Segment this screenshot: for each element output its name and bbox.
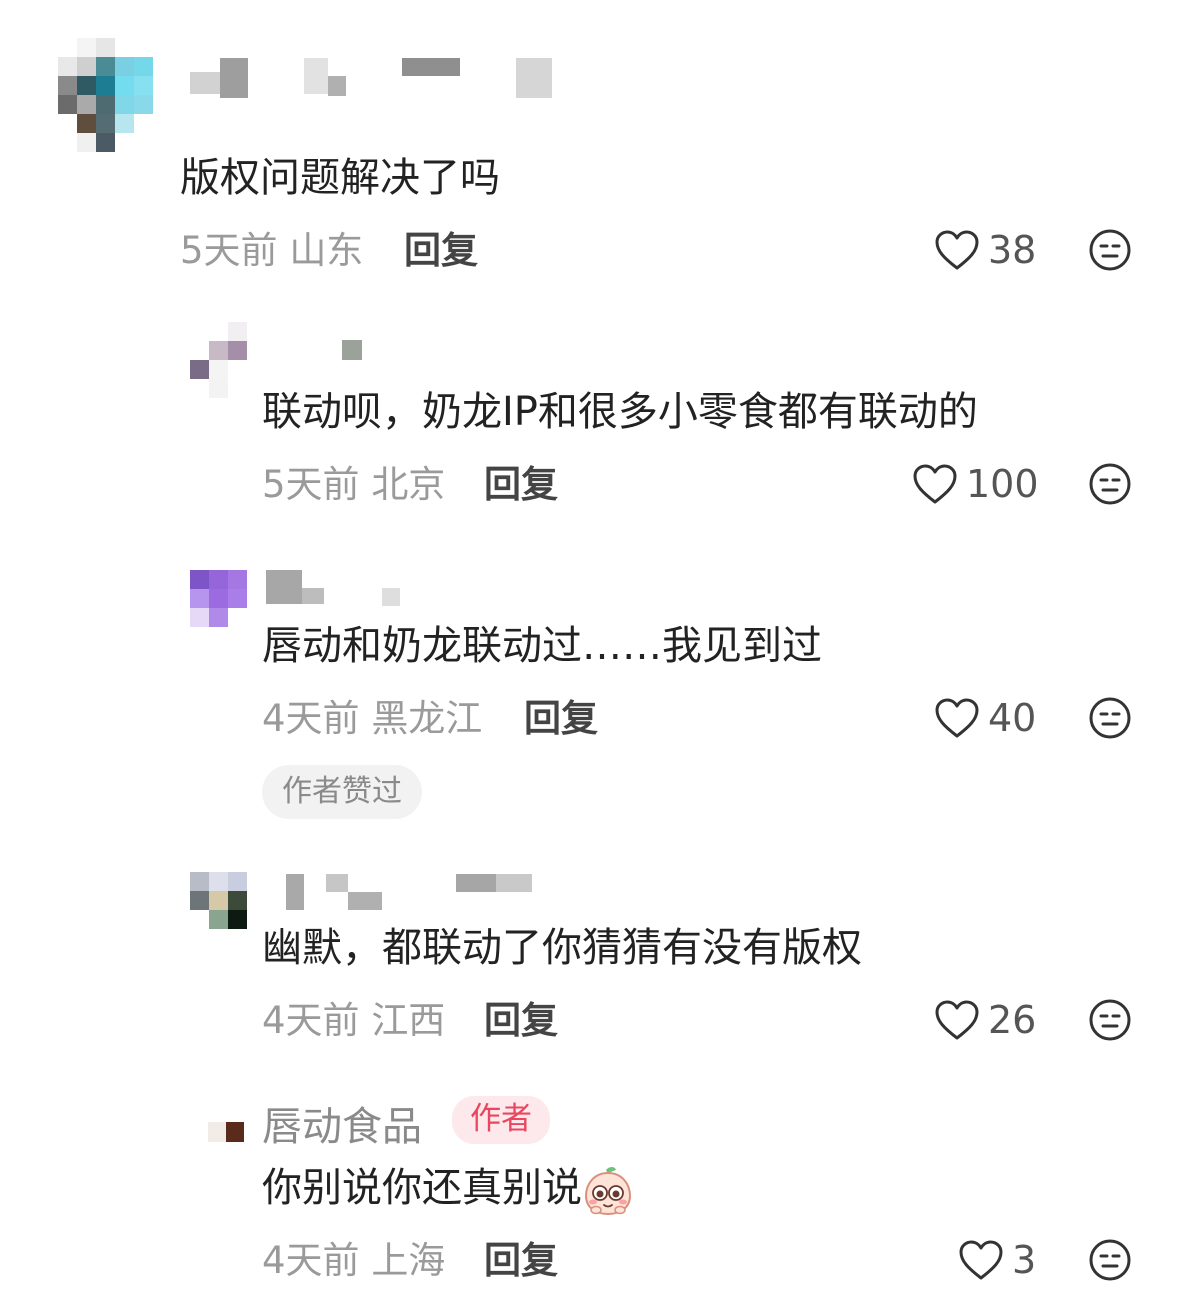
neutral-face-icon[interactable] [1088, 228, 1132, 272]
reply-button[interactable]: 回复 [484, 461, 558, 509]
comment-time: 4天前 [262, 1239, 360, 1282]
username-blurred[interactable] [286, 874, 532, 910]
comment-text: 唇动和奶龙联动过……我见到过 [262, 623, 822, 669]
neutral-face-icon[interactable] [1088, 696, 1132, 740]
like-count: 100 [966, 462, 1039, 506]
like-button[interactable]: 26 [934, 996, 1036, 1044]
comment-time: 4天前 [262, 999, 360, 1042]
comment-meta: 5天前 北京 [262, 461, 445, 509]
avatar[interactable] [208, 1122, 244, 1142]
reply-button[interactable]: 回复 [484, 997, 558, 1045]
avatar[interactable] [190, 872, 248, 930]
comment-text: 联动呗，奶龙IP和很多小零食都有联动的 [262, 389, 978, 435]
comment-text: 版权问题解决了吗 [180, 155, 500, 201]
comment-text-body: 你别说你还真别说 [262, 1165, 582, 1211]
author-liked-tag: 作者赞过 [262, 765, 422, 819]
comment-time: 5天前 [262, 463, 360, 506]
heart-outline-icon [935, 698, 979, 738]
username-blurred[interactable] [266, 570, 400, 606]
comment-location: 上海 [371, 1239, 446, 1282]
peach-sticker-icon [584, 1167, 632, 1216]
like-button[interactable]: 100 [912, 460, 1039, 508]
heart-outline-icon [913, 464, 957, 504]
avatar[interactable] [190, 322, 250, 398]
comment-meta: 5天前 山东 [180, 227, 363, 275]
heart-outline-icon [935, 230, 979, 270]
comment-text: 幽默，都联动了你猜猜有没有版权 [262, 925, 862, 971]
comment-time: 4天前 [262, 697, 360, 740]
comment-location: 黑龙江 [371, 697, 483, 740]
author-badge: 作者 [452, 1096, 550, 1144]
like-count: 38 [988, 228, 1037, 272]
neutral-face-icon[interactable] [1088, 1238, 1132, 1282]
like-count: 3 [1012, 1238, 1037, 1282]
author-name[interactable]: 唇动食品 [262, 1094, 422, 1152]
like-button[interactable]: 38 [934, 226, 1036, 274]
comment-location: 北京 [371, 463, 446, 506]
comment-location: 山东 [289, 229, 364, 272]
reply-button[interactable]: 回复 [404, 227, 478, 275]
heart-outline-icon [935, 1000, 979, 1040]
like-button[interactable]: 3 [958, 1236, 1036, 1284]
username-blurred[interactable] [342, 340, 362, 360]
like-count: 26 [988, 998, 1037, 1042]
comment-location: 江西 [371, 999, 446, 1042]
comment-meta: 4天前 黑龙江 [262, 695, 482, 743]
reply-button[interactable]: 回复 [484, 1237, 558, 1285]
comment-text: 你别说你还真别说 [262, 1162, 634, 1216]
like-button[interactable]: 40 [934, 694, 1036, 742]
avatar[interactable] [58, 38, 154, 152]
like-count: 40 [988, 696, 1037, 740]
heart-outline-icon [959, 1240, 1003, 1280]
username-blurred[interactable] [190, 58, 552, 98]
reply-button[interactable]: 回复 [524, 695, 598, 743]
comment-time: 5天前 [180, 229, 278, 272]
comment-meta: 4天前 江西 [262, 997, 445, 1045]
neutral-face-icon[interactable] [1088, 462, 1132, 506]
neutral-face-icon[interactable] [1088, 998, 1132, 1042]
avatar[interactable] [190, 570, 248, 628]
comment-meta: 4天前 上海 [262, 1237, 445, 1285]
